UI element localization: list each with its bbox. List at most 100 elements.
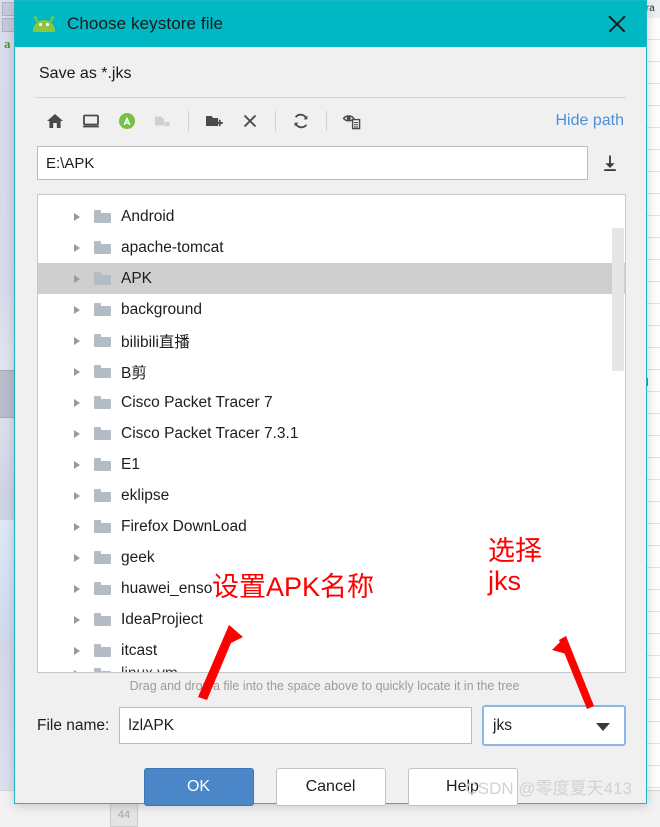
tree-scrollbar-thumb[interactable] <box>612 228 624 371</box>
expand-arrow-icon[interactable] <box>74 367 80 376</box>
tree-scrollbar[interactable] <box>612 196 624 671</box>
tree-row[interactable]: B剪 <box>38 356 625 387</box>
tree-row[interactable]: huawei_enso <box>38 573 625 604</box>
new-folder-icon[interactable] <box>196 106 232 136</box>
screenshot-root: a Gra 44 Choose keystore file <box>0 0 660 827</box>
delete-icon[interactable] <box>232 106 268 136</box>
tree-row-label: geek <box>121 548 155 566</box>
tree-row-label: background <box>121 300 203 318</box>
folder-icon <box>94 458 111 471</box>
show-hidden-files-icon[interactable] <box>334 106 370 136</box>
file-name-input[interactable] <box>119 707 472 744</box>
tree-row[interactable]: apache-tomcat <box>38 232 625 263</box>
extension-dropdown-value: jks <box>493 716 512 734</box>
tree-row[interactable]: itcast <box>38 635 625 666</box>
folder-icon <box>94 241 111 254</box>
home-icon[interactable] <box>37 106 73 136</box>
dialog-titlebar: Choose keystore file <box>15 1 646 47</box>
tree-row[interactable]: linux vm <box>38 666 625 672</box>
expand-arrow-icon[interactable] <box>74 243 80 252</box>
toolbar-separator <box>275 111 276 131</box>
tree-row-label: eklipse <box>121 486 170 504</box>
background-left-marker: a <box>4 36 11 51</box>
expand-arrow-icon[interactable] <box>74 491 80 500</box>
drag-drop-hint: Drag and drop a file into the space abov… <box>129 679 520 693</box>
android-project-icon[interactable] <box>109 106 145 136</box>
tree-row[interactable]: IdeaProjiect <box>38 604 625 635</box>
expand-arrow-icon[interactable] <box>74 212 80 221</box>
expand-arrow-icon[interactable] <box>74 305 80 314</box>
tree-row-label: Cisco Packet Tracer 7.3.1 <box>121 424 299 442</box>
extension-dropdown[interactable]: jks <box>482 705 626 746</box>
folder-icon <box>94 210 111 223</box>
expand-arrow-icon[interactable] <box>74 429 80 438</box>
file-tree-container: Android apache-tomcat APK background bilibil… <box>37 194 626 673</box>
folder-icon <box>94 365 111 378</box>
tree-row[interactable]: bilibili直播 <box>38 325 625 356</box>
tree-row[interactable]: Android <box>38 201 625 232</box>
expand-arrow-icon[interactable] <box>74 522 80 531</box>
tree-row-label: huawei_enso <box>121 579 213 597</box>
tree-row[interactable]: Firefox DownLoad <box>38 511 625 542</box>
expand-arrow-icon[interactable] <box>74 670 80 672</box>
ok-button[interactable]: OK <box>143 768 254 806</box>
toolbar-separator <box>326 111 327 131</box>
folder-icon <box>94 272 111 285</box>
folder-icon <box>94 644 111 657</box>
path-input[interactable] <box>37 146 588 180</box>
close-icon[interactable] <box>604 11 630 37</box>
tree-row-label: linux vm <box>121 666 178 672</box>
hide-path-link[interactable]: Hide path <box>556 112 625 130</box>
tree-row[interactable]: APK <box>38 263 625 294</box>
expand-arrow-icon[interactable] <box>74 553 80 562</box>
tree-row[interactable]: E1 <box>38 449 625 480</box>
folder-icon <box>94 613 111 626</box>
tree-row-label: itcast <box>121 641 158 659</box>
tree-row-label: E1 <box>121 455 140 473</box>
choose-keystore-dialog: Choose keystore file Save as *.jks Hide … <box>14 0 647 806</box>
folder-icon <box>94 520 111 533</box>
chevron-down-icon <box>596 722 610 731</box>
refresh-icon[interactable] <box>283 106 319 136</box>
help-button[interactable]: Help <box>407 768 518 806</box>
tree-row-label: IdeaProjiect <box>121 610 203 628</box>
tree-row-label: apache-tomcat <box>121 238 224 256</box>
folder-icon <box>94 667 111 672</box>
folder-icon <box>94 427 111 440</box>
expand-arrow-icon[interactable] <box>74 460 80 469</box>
file-chooser-toolbar: Hide path <box>15 98 646 144</box>
android-robot-icon <box>31 15 57 32</box>
tree-row[interactable]: background <box>38 294 625 325</box>
file-tree[interactable]: Android apache-tomcat APK background bilibil… <box>38 195 625 672</box>
download-icon[interactable] <box>594 148 626 178</box>
folder-icon <box>94 551 111 564</box>
tree-row[interactable]: geek <box>38 542 625 573</box>
expand-arrow-icon[interactable] <box>74 336 80 345</box>
tree-row[interactable]: Cisco Packet Tracer 7.3.1 <box>38 418 625 449</box>
tree-row-label: bilibili直播 <box>121 333 190 351</box>
tree-row-label: APK <box>121 269 153 287</box>
dialog-title: Choose keystore file <box>67 14 224 33</box>
desktop-icon[interactable] <box>73 106 109 136</box>
tree-row-label: Firefox DownLoad <box>121 517 247 535</box>
folder-icon <box>94 396 111 409</box>
folder-icon <box>145 106 181 136</box>
folder-icon <box>94 582 111 595</box>
tree-row[interactable]: eklipse <box>38 480 625 511</box>
toolbar-separator <box>188 111 189 131</box>
file-name-label: File name: <box>37 716 110 734</box>
expand-arrow-icon[interactable] <box>74 584 80 593</box>
tree-row-label: Cisco Packet Tracer 7 <box>121 393 273 411</box>
cancel-button[interactable]: Cancel <box>275 768 386 806</box>
expand-arrow-icon[interactable] <box>74 274 80 283</box>
file-name-row: File name: jks <box>37 705 626 746</box>
save-as-label: Save as *.jks <box>39 65 132 82</box>
expand-arrow-icon[interactable] <box>74 398 80 407</box>
folder-icon <box>94 489 111 502</box>
tree-row[interactable]: Cisco Packet Tracer 7 <box>38 387 625 418</box>
folder-icon <box>94 334 111 347</box>
expand-arrow-icon[interactable] <box>74 615 80 624</box>
folder-icon <box>94 303 111 316</box>
dialog-button-bar: OK Cancel Help <box>15 768 646 806</box>
expand-arrow-icon[interactable] <box>74 646 80 655</box>
